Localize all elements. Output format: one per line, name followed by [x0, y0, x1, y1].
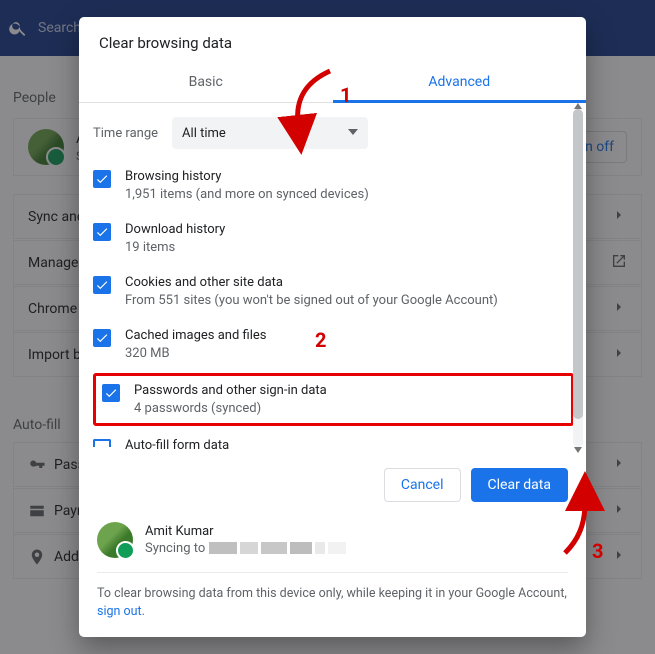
- item-passwords[interactable]: Passwords and other sign-in data 4 passw…: [93, 373, 574, 426]
- tabs: Basic Advanced: [79, 60, 586, 103]
- item-sub: 19 items: [125, 240, 225, 255]
- item-sub: 4 passwords (synced): [134, 401, 327, 416]
- checkbox-icon[interactable]: [93, 439, 111, 447]
- checkbox-icon[interactable]: [93, 223, 111, 241]
- item-title: Passwords and other sign-in data: [134, 383, 327, 398]
- time-range-value: All time: [182, 126, 226, 141]
- scrollbar-thumb[interactable]: [573, 109, 583, 419]
- item-title: Auto-fill form data: [125, 438, 229, 453]
- dialog-title: Clear browsing data: [79, 17, 586, 54]
- checkbox-icon[interactable]: [93, 276, 111, 294]
- footnote-text: To clear browsing data from this device …: [97, 586, 567, 601]
- checkbox-icon[interactable]: [93, 329, 111, 347]
- time-range-row: Time range All time: [93, 103, 574, 159]
- time-range-select[interactable]: All time: [172, 117, 368, 149]
- checkbox-icon[interactable]: [102, 384, 120, 402]
- tab-basic[interactable]: Basic: [79, 60, 333, 102]
- item-browsing-history[interactable]: Browsing history 1,951 items (and more o…: [93, 159, 574, 212]
- item-title: Cached images and files: [125, 328, 266, 343]
- signout-link[interactable]: sign out: [97, 604, 142, 619]
- redacted-email: [209, 542, 346, 554]
- footnote-post: .: [142, 604, 145, 619]
- cancel-button[interactable]: Cancel: [384, 468, 461, 502]
- item-cookies[interactable]: Cookies and other site data From 551 sit…: [93, 265, 574, 318]
- time-range-label: Time range: [93, 126, 158, 141]
- item-title: Cookies and other site data: [125, 275, 498, 290]
- scroll-up-icon[interactable]: [573, 103, 583, 111]
- footnote: To clear browsing data from this device …: [79, 573, 586, 637]
- item-sub: 320 MB: [125, 346, 266, 361]
- scroll-area: Time range All time Browsing history 1,9…: [79, 103, 574, 453]
- account-info: Amit Kumar Syncing to: [79, 516, 586, 572]
- item-sub: From 551 sites (you won't be signed out …: [125, 293, 498, 308]
- item-autofill[interactable]: Auto-fill form data: [93, 428, 574, 453]
- checkbox-icon[interactable]: [93, 170, 111, 188]
- item-title: Download history: [125, 222, 225, 237]
- item-download-history[interactable]: Download history 19 items: [93, 212, 574, 265]
- clear-data-dialog: Clear browsing data Basic Advanced Time …: [79, 17, 586, 637]
- tab-advanced[interactable]: Advanced: [333, 60, 587, 102]
- dialog-body: Time range All time Browsing history 1,9…: [79, 103, 586, 453]
- sync-prefix: Syncing to: [145, 541, 205, 556]
- account-name: Amit Kumar: [145, 524, 346, 539]
- dialog-footer: Cancel Clear data: [79, 453, 586, 516]
- dropdown-icon: [348, 126, 358, 141]
- scroll-down-icon[interactable]: [573, 445, 583, 453]
- clear-data-button[interactable]: Clear data: [471, 468, 568, 502]
- avatar: [97, 522, 133, 558]
- item-sub: 1,951 items (and more on synced devices): [125, 187, 369, 202]
- item-cached[interactable]: Cached images and files 320 MB: [93, 318, 574, 371]
- item-title: Browsing history: [125, 169, 369, 184]
